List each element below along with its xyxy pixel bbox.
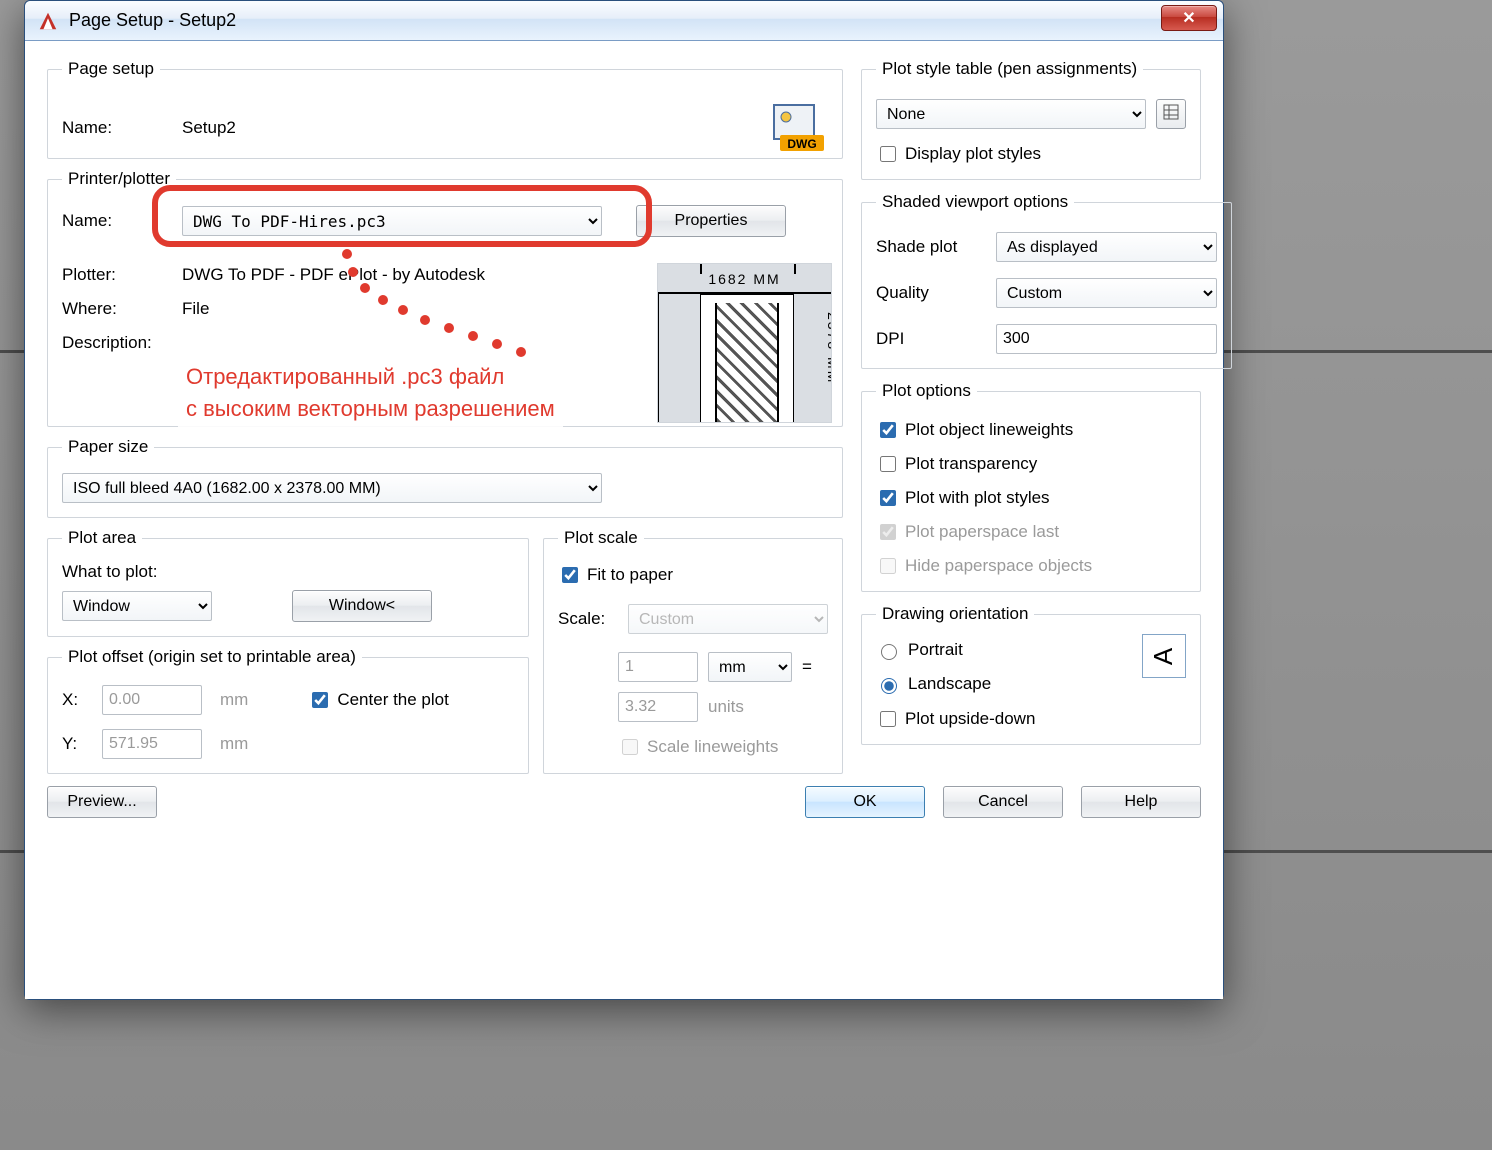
- plot-options-group: Plot options Plot object lineweights Plo…: [861, 381, 1201, 592]
- opt-paperspace-last-checkbox[interactable]: Plot paperspace last: [876, 521, 1186, 543]
- where-label: Where:: [62, 299, 172, 319]
- plot-area-legend: Plot area: [62, 528, 142, 548]
- plot-offset-group: Plot offset (origin set to printable are…: [47, 647, 529, 774]
- fit-to-paper-checkbox[interactable]: Fit to paper: [558, 564, 828, 586]
- paper-preview-icon: 1682 MM 2378 MM: [657, 263, 832, 423]
- offset-y-input[interactable]: [102, 729, 202, 759]
- page-setup-legend: Page setup: [62, 59, 160, 79]
- ok-button[interactable]: OK: [805, 786, 925, 818]
- cancel-button[interactable]: Cancel: [943, 786, 1063, 818]
- autocad-logo-icon: [37, 10, 59, 32]
- help-button[interactable]: Help: [1081, 786, 1201, 818]
- titlebar[interactable]: Page Setup - Setup2 ✕: [25, 1, 1223, 41]
- where-value: File: [182, 299, 209, 319]
- opt-transparency-checkbox[interactable]: Plot transparency: [876, 453, 1186, 475]
- quality-combo[interactable]: Custom: [996, 278, 1217, 308]
- quality-label: Quality: [876, 283, 986, 303]
- shade-plot-combo[interactable]: As displayed: [996, 232, 1217, 262]
- orientation-legend: Drawing orientation: [876, 604, 1034, 624]
- plot-style-legend: Plot style table (pen assignments): [876, 59, 1143, 79]
- plot-style-edit-button[interactable]: [1156, 99, 1186, 129]
- plotter-value: DWG To PDF - PDF ePlot - by Autodesk: [182, 265, 485, 285]
- plot-offset-legend: Plot offset (origin set to printable are…: [62, 647, 362, 667]
- window-pick-button[interactable]: Window<: [292, 590, 432, 622]
- upside-down-checkbox[interactable]: Plot upside-down: [876, 708, 1186, 730]
- shaded-viewport-group: Shaded viewport options Shade plot As di…: [861, 192, 1232, 369]
- page-setup-group: Page setup Name: Setup2 DWG: [47, 59, 843, 159]
- dpi-input[interactable]: [996, 324, 1217, 354]
- center-plot-checkbox[interactable]: Center the plot: [308, 689, 449, 711]
- scale-unit-input[interactable]: [618, 652, 698, 682]
- scale-unit-combo[interactable]: mm: [708, 652, 792, 682]
- properties-button[interactable]: Properties: [636, 205, 786, 237]
- offset-y-label: Y:: [62, 734, 92, 754]
- equals-label: =: [802, 657, 812, 677]
- landscape-radio[interactable]: Landscape: [876, 674, 1142, 694]
- scale-lineweights-checkbox[interactable]: Scale lineweights: [558, 736, 828, 758]
- display-plot-styles-checkbox[interactable]: Display plot styles: [876, 143, 1186, 165]
- description-label: Description:: [62, 333, 172, 353]
- scale-combo[interactable]: Custom: [628, 604, 828, 634]
- portrait-radio[interactable]: Portrait: [876, 640, 1142, 660]
- shaded-viewport-legend: Shaded viewport options: [876, 192, 1074, 212]
- opt-lineweights-checkbox[interactable]: Plot object lineweights: [876, 419, 1186, 441]
- units-label: units: [708, 697, 744, 717]
- preview-button[interactable]: Preview...: [47, 786, 157, 818]
- what-to-plot-combo[interactable]: Window: [62, 591, 212, 621]
- printer-plotter-legend: Printer/plotter: [62, 169, 176, 189]
- close-button[interactable]: ✕: [1161, 5, 1217, 31]
- plot-options-legend: Plot options: [876, 381, 977, 401]
- svg-text:DWG: DWG: [787, 137, 816, 151]
- orientation-preview-icon: A: [1142, 634, 1186, 678]
- close-icon: ✕: [1182, 8, 1195, 28]
- table-edit-icon: [1163, 104, 1179, 125]
- plotter-label: Plotter:: [62, 265, 172, 285]
- plot-style-combo[interactable]: None: [876, 99, 1146, 129]
- offset-x-label: X:: [62, 690, 92, 710]
- paper-size-group: Paper size ISO full bleed 4A0 (1682.00 x…: [47, 437, 843, 518]
- plot-style-group: Plot style table (pen assignments) None: [861, 59, 1201, 180]
- orientation-group: Drawing orientation Portrait Landscape: [861, 604, 1201, 745]
- page-setup-name-label: Name:: [62, 118, 172, 138]
- page-setup-dialog: Page Setup - Setup2 ✕ Page setup Name: S…: [24, 0, 1224, 1000]
- scale-label: Scale:: [558, 609, 618, 629]
- plot-scale-legend: Plot scale: [558, 528, 644, 548]
- plot-area-group: Plot area What to plot: Window Window<: [47, 528, 529, 637]
- offset-x-input[interactable]: [102, 685, 202, 715]
- window-title: Page Setup - Setup2: [69, 10, 236, 31]
- printer-plotter-group: Printer/plotter Name: DWG To PDF-Hires.p…: [47, 169, 843, 427]
- shade-plot-label: Shade plot: [876, 237, 986, 257]
- printer-name-combo[interactable]: DWG To PDF-Hires.pc3: [182, 206, 602, 236]
- what-to-plot-label: What to plot:: [62, 562, 514, 582]
- paper-size-legend: Paper size: [62, 437, 154, 457]
- annotation-text: Отредактированный .pc3 файл с высоким ве…: [178, 357, 563, 429]
- dwg-icon: DWG: [772, 103, 828, 153]
- printer-name-label: Name:: [62, 211, 172, 231]
- page-setup-name-value: Setup2: [182, 118, 236, 138]
- dpi-label: DPI: [876, 329, 986, 349]
- opt-hide-paperspace-checkbox[interactable]: Hide paperspace objects: [876, 555, 1186, 577]
- offset-y-unit: mm: [220, 734, 248, 754]
- offset-x-unit: mm: [220, 690, 248, 710]
- opt-with-styles-checkbox[interactable]: Plot with plot styles: [876, 487, 1186, 509]
- plot-scale-group: Plot scale Fit to paper Scale: Custom: [543, 528, 843, 774]
- scale-drawing-input[interactable]: [618, 692, 698, 722]
- paper-size-combo[interactable]: ISO full bleed 4A0 (1682.00 x 2378.00 MM…: [62, 473, 602, 503]
